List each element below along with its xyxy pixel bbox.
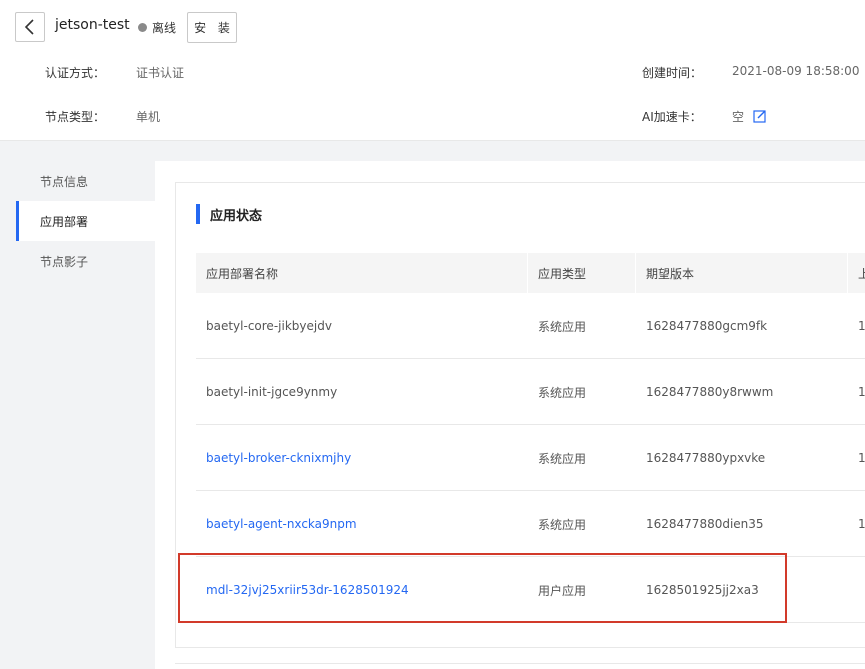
install-button[interactable]: 安 装: [187, 12, 237, 43]
highlight-box: [178, 553, 787, 623]
app-extra: 16: [858, 517, 865, 531]
node-type-label: 节点类型：: [45, 110, 106, 124]
created-time-value: 2021-08-09 18:58:00: [732, 64, 860, 78]
column-header-type: 应用类型: [528, 253, 636, 293]
app-version: 1628477880dien35: [646, 517, 764, 531]
node-name: jetson-test: [55, 17, 130, 33]
app-version: 1628477880gcm9fk: [646, 319, 768, 333]
auth-method-label: 认证方式：: [45, 66, 106, 80]
section-title: 应用状态: [210, 209, 263, 224]
table-row: baetyl-agent-nxcka9npm 系统应用 1628477880di…: [196, 491, 865, 557]
column-header-extra: 上: [848, 253, 865, 293]
auth-method-value: 证书认证: [136, 66, 185, 80]
node-header: jetson-test 离线 安 装 认证方式： 证书认证 节点类型： 单机 创…: [0, 0, 865, 141]
app-name: baetyl-core-jikbyejdv: [206, 319, 332, 333]
app-type: 系统应用: [538, 319, 587, 334]
edit-icon[interactable]: [753, 109, 767, 123]
table-row: baetyl-init-jgce9ynmy 系统应用 1628477880y8r…: [196, 359, 865, 425]
app-name: baetyl-init-jgce9ynmy: [206, 385, 338, 399]
created-time-label: 创建时间：: [642, 66, 703, 80]
section-accent-bar: [196, 204, 200, 224]
column-header-name: 应用部署名称: [196, 253, 528, 293]
back-button[interactable]: [15, 12, 45, 42]
app-version: 1628477880y8rwwm: [646, 385, 774, 399]
app-version: 1628477880ypxvke: [646, 451, 766, 465]
app-name-link[interactable]: baetyl-broker-cknixmjhy: [196, 425, 351, 491]
column-header-version: 期望版本: [636, 253, 848, 293]
sidebar-item-label: 节点影子: [40, 254, 89, 269]
chevron-left-icon: [24, 19, 34, 35]
sidebar: 节点信息 应用部署 节点影子: [16, 161, 155, 669]
next-card-edge: [175, 663, 865, 669]
app-extra: [848, 557, 858, 623]
table-header: 应用部署名称 应用类型 期望版本 上: [196, 253, 865, 293]
sidebar-item-label: 应用部署: [40, 214, 89, 229]
sidebar-item-label: 节点信息: [40, 174, 89, 189]
app-extra: 16: [858, 319, 865, 333]
sidebar-item-node-shadow[interactable]: 节点影子: [16, 241, 155, 281]
table-row: baetyl-broker-cknixmjhy 系统应用 1628477880y…: [196, 425, 865, 491]
app-type: 系统应用: [538, 385, 587, 400]
node-type-value: 单机: [136, 110, 161, 124]
app-extra: 16: [858, 451, 865, 465]
app-extra: 16: [858, 385, 865, 399]
status-dot-icon: [138, 23, 147, 32]
app-type: 系统应用: [538, 517, 587, 532]
ai-card-label: AI加速卡：: [642, 110, 702, 124]
sidebar-item-node-info[interactable]: 节点信息: [16, 161, 155, 201]
sidebar-item-app-deploy[interactable]: 应用部署: [16, 201, 155, 241]
table-row: baetyl-core-jikbyejdv 系统应用 1628477880gcm…: [196, 293, 865, 359]
app-name-link[interactable]: baetyl-agent-nxcka9npm: [196, 491, 357, 557]
status-text: 离线: [152, 21, 177, 35]
app-type: 系统应用: [538, 451, 587, 466]
ai-card-value: 空: [732, 110, 745, 124]
